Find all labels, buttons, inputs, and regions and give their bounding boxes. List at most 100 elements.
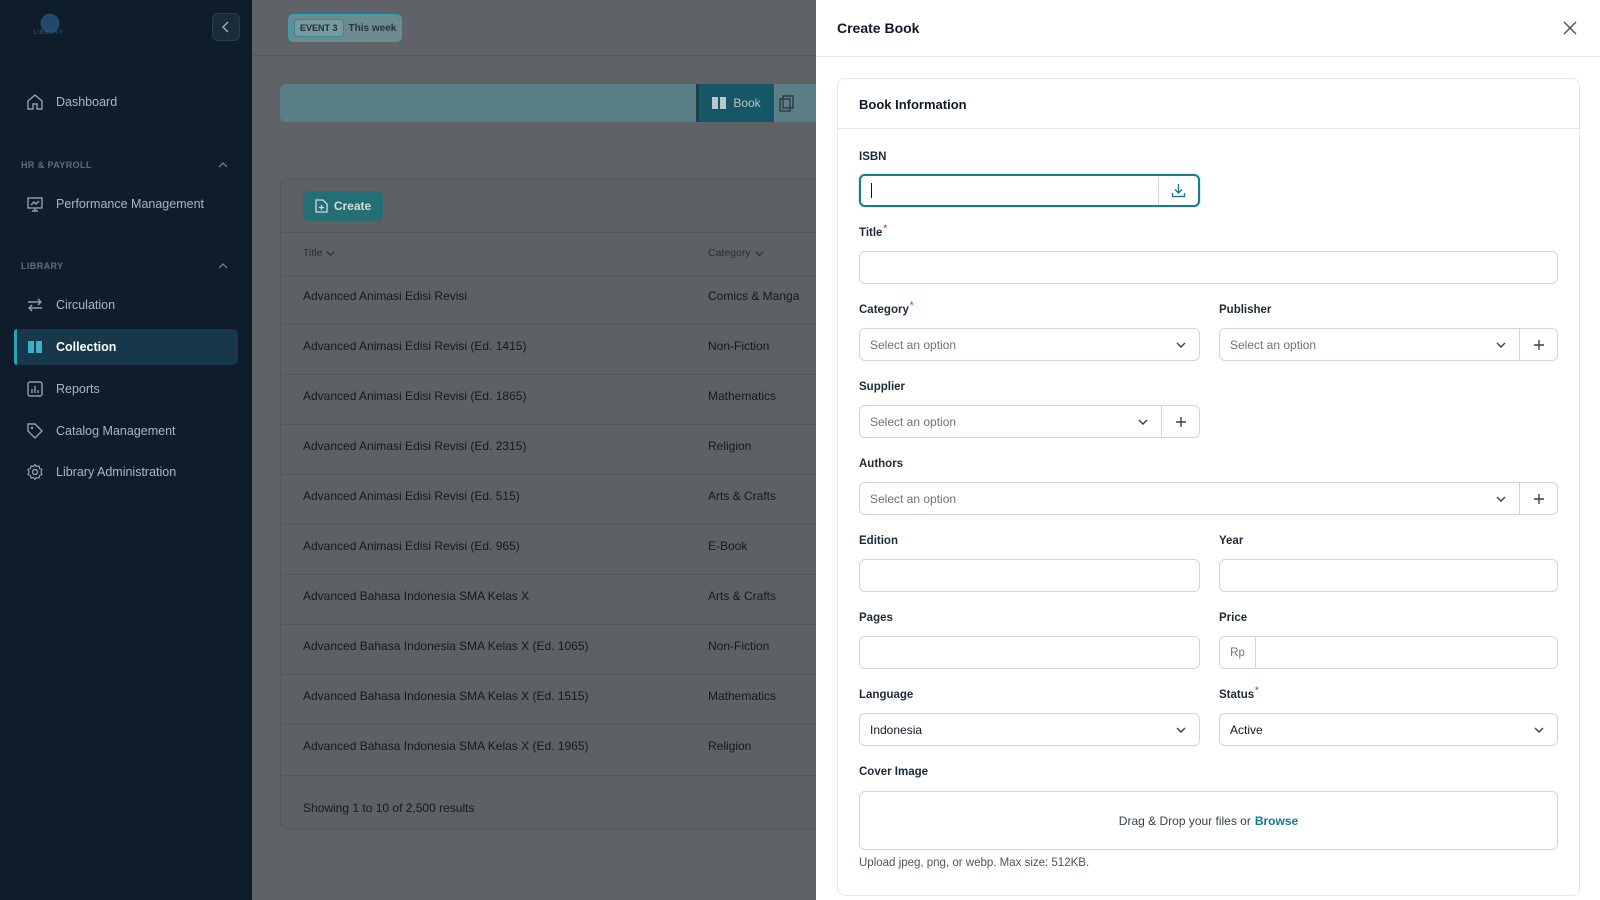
chart-board-icon: [27, 197, 43, 212]
sidebar-item-label: Dashboard: [56, 95, 118, 109]
chevron-up-icon[interactable]: [218, 261, 228, 271]
column-header-category[interactable]: Category: [708, 247, 764, 259]
authors-select[interactable]: Select an option: [859, 482, 1558, 515]
cell-title: Advanced Bahasa Indonesia SMA Kelas X (E…: [303, 739, 589, 753]
table-row[interactable]: Advanced Animasi Edisi Revisi Comics & Ma…: [281, 275, 816, 325]
category-placeholder: Select an option: [870, 337, 957, 352]
bar-chart-icon: [27, 381, 43, 397]
pages-input[interactable]: [859, 636, 1200, 669]
plus-icon: [1533, 493, 1544, 504]
sidebar-item-label: Library Administration: [56, 465, 177, 479]
cell-category: Comics & Manga: [708, 289, 800, 303]
chevron-up-icon[interactable]: [218, 160, 228, 170]
year-label: Year: [1219, 535, 1244, 547]
sidebar-item-performance[interactable]: Performance Management: [14, 186, 238, 222]
cover-image-dropzone[interactable]: Drag & Drop your files or Browse: [859, 791, 1558, 850]
column-header-label: Title: [303, 247, 323, 259]
publisher-select[interactable]: Select an option: [1219, 328, 1558, 361]
browse-link[interactable]: Browse: [1255, 814, 1298, 828]
add-supplier-button[interactable]: [1161, 406, 1199, 437]
status-value: Active: [1230, 722, 1263, 737]
year-input[interactable]: [1219, 559, 1558, 592]
event-period: This week: [348, 22, 397, 34]
price-input[interactable]: Rp: [1219, 636, 1558, 669]
cell-title: Advanced Animasi Edisi Revisi: [303, 289, 468, 303]
chevron-down-icon: [1176, 342, 1186, 348]
chevron-down-icon: [755, 250, 764, 256]
column-header-title[interactable]: Title: [303, 247, 335, 259]
table-row[interactable]: Advanced Bahasa Indonesia SMA Kelas X Art…: [281, 575, 816, 625]
title-label: Title*: [859, 223, 887, 239]
copy-icon[interactable]: [778, 94, 796, 112]
table-row[interactable]: Advanced Animasi Edisi Revisi (Ed. 2315)…: [281, 425, 816, 475]
close-button[interactable]: [1560, 18, 1580, 38]
main-content: EVENT 3 This week Book Create Title Cate…: [252, 0, 816, 900]
divider: [281, 232, 816, 233]
plus-icon: [1533, 339, 1544, 350]
file-plus-icon: [315, 199, 328, 213]
plus-icon: [1175, 416, 1186, 427]
cover-image-label: Cover Image: [859, 766, 929, 778]
sidebar-item-reports[interactable]: Reports: [14, 371, 238, 407]
tab-book[interactable]: Book: [696, 84, 774, 122]
cell-category: Non-Fiction: [708, 639, 770, 653]
language-select[interactable]: Indonesia: [859, 713, 1200, 746]
section-title: Book Information: [859, 97, 967, 112]
book-open-icon: [28, 341, 42, 353]
cell-category: Arts & Crafts: [708, 589, 777, 603]
cell-title: Advanced Animasi Edisi Revisi (Ed. 2315): [303, 439, 527, 453]
edition-input[interactable]: [859, 559, 1200, 592]
table-row[interactable]: Advanced Animasi Edisi Revisi (Ed. 1865)…: [281, 375, 816, 425]
section-label-hr: HR & PAYROLL: [21, 160, 92, 170]
divider: [281, 775, 816, 776]
logo-text: LIBRARY: [34, 30, 64, 36]
table-row[interactable]: Advanced Bahasa Indonesia SMA Kelas X (E…: [281, 625, 816, 675]
add-publisher-button[interactable]: [1519, 329, 1557, 360]
supplier-select[interactable]: Select an option: [859, 405, 1200, 438]
text-cursor: [871, 183, 872, 198]
drawer-header: Create Book: [816, 0, 1600, 57]
table-row[interactable]: Advanced Animasi Edisi Revisi (Ed. 1415)…: [281, 325, 816, 375]
publisher-placeholder: Select an option: [1230, 337, 1317, 352]
create-button[interactable]: Create: [303, 191, 383, 221]
sidebar-item-circulation[interactable]: Circulation: [14, 287, 238, 323]
chevron-down-icon: [326, 250, 335, 256]
create-label: Create: [333, 199, 372, 213]
required-mark: *: [909, 300, 914, 310]
header-divider: [252, 55, 816, 56]
sidebar-item-collection[interactable]: Collection: [14, 329, 238, 365]
sidebar-item-catalog[interactable]: Catalog Management: [14, 413, 238, 449]
column-header-label: Category: [708, 247, 751, 259]
cell-category: Non-Fiction: [708, 339, 770, 353]
sidebar-item-administration[interactable]: Library Administration: [14, 454, 238, 490]
currency-prefix: Rp: [1220, 637, 1256, 668]
table-row[interactable]: Advanced Bahasa Indonesia SMA Kelas X (E…: [281, 725, 816, 775]
table-row[interactable]: Advanced Animasi Edisi Revisi (Ed. 515) A…: [281, 475, 816, 525]
required-mark: *: [1255, 685, 1259, 695]
isbn-fetch-button[interactable]: [1158, 176, 1198, 205]
cell-title: Advanced Animasi Edisi Revisi (Ed. 965): [303, 539, 520, 553]
sidebar-item-label: Circulation: [56, 298, 116, 312]
sidebar-item-dashboard[interactable]: Dashboard: [14, 84, 238, 120]
pagination-summary: Showing 1 to 10 of 2,500 results: [303, 801, 475, 815]
event-badge[interactable]: EVENT 3 This week: [288, 14, 403, 42]
publisher-label: Publisher: [1219, 304, 1272, 316]
category-select[interactable]: Select an option: [859, 328, 1200, 361]
home-icon: [27, 94, 43, 110]
gear-icon: [27, 463, 43, 481]
create-book-drawer: Create Book Book Information ISBN Title*…: [816, 0, 1600, 900]
add-author-button[interactable]: [1519, 483, 1557, 514]
language-label: Language: [859, 689, 914, 701]
title-input[interactable]: [859, 251, 1558, 284]
event-tag: EVENT 3: [294, 19, 344, 37]
status-select[interactable]: Active: [1219, 713, 1558, 746]
isbn-field[interactable]: [859, 174, 1200, 207]
cell-title: Advanced Animasi Edisi Revisi (Ed. 1865): [303, 389, 527, 403]
chevron-down-icon: [1138, 419, 1148, 425]
table-row[interactable]: Advanced Animasi Edisi Revisi (Ed. 965) E…: [281, 525, 816, 575]
table-row[interactable]: Advanced Bahasa Indonesia SMA Kelas X (E…: [281, 675, 816, 725]
cell-title: Advanced Animasi Edisi Revisi (Ed. 1415): [303, 339, 527, 353]
edition-label: Edition: [859, 535, 898, 547]
collapse-sidebar-button[interactable]: [212, 13, 240, 41]
sidebar: LIBRARY Dashboard HR & PAYROLL Performan…: [0, 0, 252, 900]
